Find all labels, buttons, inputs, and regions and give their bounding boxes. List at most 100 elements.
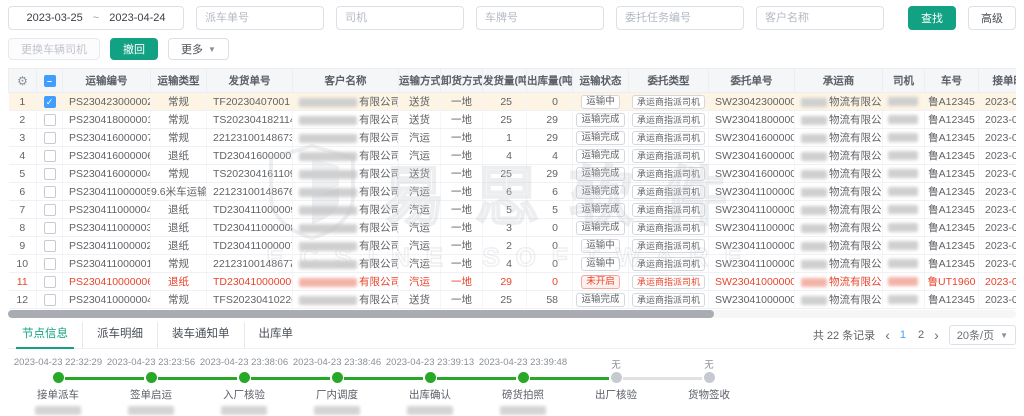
row-checkbox-cell[interactable] <box>37 183 63 201</box>
row-checkbox[interactable] <box>44 114 56 126</box>
row-checkbox[interactable] <box>44 150 56 162</box>
date-end: 2023-04-24 <box>109 12 165 24</box>
date-range-picker[interactable]: 2023-03-25 ~ 2023-04-24 <box>8 6 184 30</box>
row-checkbox-cell[interactable]: ✓ <box>37 93 63 111</box>
tab-loading-notice[interactable]: 装车通知单 <box>158 322 245 349</box>
select-all-checkbox[interactable]: – <box>44 75 56 87</box>
withdraw-button[interactable]: 撤回 <box>110 38 158 60</box>
dispatch-no-input[interactable] <box>196 6 324 30</box>
pagination: 共 22 条记录 ‹ 12 › 20条/页 ▼ <box>813 325 1016 345</box>
ship-order-no: TD230411000008 <box>207 219 293 237</box>
row-checkbox-cell[interactable] <box>37 111 63 129</box>
row-checkbox[interactable] <box>44 186 56 198</box>
row-checkbox[interactable]: ✓ <box>44 96 56 108</box>
task-no-input[interactable] <box>616 6 744 30</box>
driver-name <box>883 129 925 147</box>
gear-icon[interactable]: ⚙ <box>17 74 28 88</box>
plate-no: 鲁A12345 <box>925 237 979 255</box>
column-header: 委托单号 <box>709 69 795 93</box>
driver-name <box>883 165 925 183</box>
table-row[interactable]: 5PS230416000004常规TS202304161109有限公司送货一地2… <box>9 165 1017 183</box>
row-checkbox-cell[interactable] <box>37 219 63 237</box>
timeline-connector <box>437 377 516 380</box>
table-row[interactable]: 11PS230410000006退纸TD230410000009有限公司汽运一地… <box>9 273 1017 291</box>
transport-type: 常规 <box>151 129 207 147</box>
search-button[interactable]: 查找 <box>908 6 956 30</box>
column-header: 接单时间 <box>979 69 1017 93</box>
transport-no: PS230411000003 <box>63 219 151 237</box>
change-vehicle-driver-button[interactable]: 更换车辆司机 <box>8 38 100 60</box>
prev-page-icon[interactable]: ‹ <box>885 328 890 342</box>
status-badge: 运输完成 <box>576 149 624 163</box>
transport-no: PS230411000001 <box>63 255 151 273</box>
customer-name-input[interactable] <box>756 6 884 30</box>
consign-type: 承运商指派司机 <box>629 291 709 309</box>
row-checkbox-cell[interactable] <box>37 147 63 165</box>
row-checkbox[interactable] <box>44 258 56 270</box>
driver-name <box>883 111 925 129</box>
select-all-header[interactable]: – <box>37 69 63 93</box>
plate-no: 鲁A12345 <box>925 255 979 273</box>
row-checkbox-cell[interactable] <box>37 201 63 219</box>
row-checkbox-cell[interactable] <box>37 165 63 183</box>
table-row[interactable]: 12PS230410000004常规TFS202304102203有限公司送货一… <box>9 291 1017 309</box>
row-checkbox-cell[interactable] <box>37 255 63 273</box>
timeline-connector <box>158 377 237 380</box>
page-size-select[interactable]: 20条/页 ▼ <box>949 325 1016 345</box>
customer-name-redacted <box>299 296 357 305</box>
table-row[interactable]: 8PS230411000003退纸TD230411000008有限公司汽运一地3… <box>9 219 1017 237</box>
tab-outbound-order[interactable]: 出库单 <box>245 322 308 349</box>
tab-node-info[interactable]: 节点信息 <box>8 322 83 349</box>
table-row[interactable]: 3PS230416000007常规22123100148673有限公司汽运一地1… <box>9 129 1017 147</box>
horizontal-scrollbar-thumb[interactable] <box>8 310 714 318</box>
unload-mode: 一地 <box>441 291 483 309</box>
customer-name: 有限公司 <box>293 255 399 273</box>
row-checkbox[interactable] <box>44 240 56 252</box>
table-row[interactable]: 10PS230411000001常规22123100148677有限公司汽运一地… <box>9 255 1017 273</box>
tab-dispatch-detail[interactable]: 派车明细 <box>83 322 158 349</box>
carrier-name-redacted <box>801 278 827 287</box>
transport-no: PS230416000006 <box>63 147 151 165</box>
status-badge: 运输完成 <box>576 221 624 235</box>
customer-name: 有限公司 <box>293 201 399 219</box>
chevron-down-icon: ▼ <box>208 45 216 54</box>
table-row[interactable]: 2PS230418000001常规TS202304182114有限公司送货一地2… <box>9 111 1017 129</box>
driver-input[interactable] <box>336 6 464 30</box>
row-checkbox-cell[interactable] <box>37 237 63 255</box>
row-checkbox[interactable] <box>44 204 56 216</box>
next-page-icon[interactable]: › <box>934 328 939 342</box>
row-checkbox-cell[interactable] <box>37 129 63 147</box>
table-row[interactable]: 1✓PS230423000002常规TF20230407001有限公司送货一地2… <box>9 93 1017 111</box>
ship-qty: 25 <box>483 291 527 309</box>
consign-type: 承运商指派司机 <box>629 165 709 183</box>
carrier-name-suffix: 物流有限公司 <box>829 114 883 126</box>
chevron-down-icon: ▼ <box>1000 331 1008 340</box>
row-checkbox[interactable] <box>44 222 56 234</box>
timeline-step-label: 货物签收 <box>649 387 769 402</box>
status-badge: 未开启 <box>581 275 620 289</box>
table-row[interactable]: 7PS230411000004退纸TD230411000009有限公司汽运一地5… <box>9 201 1017 219</box>
page-number[interactable]: 1 <box>900 329 906 341</box>
driver-name-redacted <box>888 169 918 178</box>
row-checkbox[interactable] <box>44 276 56 288</box>
customer-name-suffix: 有限公司 <box>359 240 399 252</box>
consign-no: SW230416000009 <box>709 129 795 147</box>
row-checkbox[interactable] <box>44 294 56 306</box>
horizontal-scrollbar[interactable] <box>8 310 1016 318</box>
row-checkbox-cell[interactable] <box>37 291 63 309</box>
plate-no-input[interactable] <box>476 6 604 30</box>
consign-type: 承运商指派司机 <box>629 147 709 165</box>
table-row[interactable]: 9PS230411000002退纸TD230411000007有限公司汽运一地2… <box>9 237 1017 255</box>
table-row[interactable]: 4PS230416000006退纸TD230416000002有限公司汽运一地4… <box>9 147 1017 165</box>
more-dropdown-button[interactable]: 更多 ▼ <box>168 38 229 60</box>
row-checkbox[interactable] <box>44 132 56 144</box>
filter-bar: 2023-03-25 ~ 2023-04-24 查找 高级 <box>8 5 1016 31</box>
customer-name: 有限公司 <box>293 165 399 183</box>
advanced-button[interactable]: 高级 <box>968 6 1016 30</box>
page-number[interactable]: 2 <box>918 329 924 341</box>
row-checkbox[interactable] <box>44 168 56 180</box>
transport-no: PS230411000004 <box>63 201 151 219</box>
table-row[interactable]: 6PS2304110000059.6米车运输22123100148676有限公司… <box>9 183 1017 201</box>
column-settings-header[interactable]: ⚙ <box>9 69 37 93</box>
row-checkbox-cell[interactable] <box>37 273 63 291</box>
